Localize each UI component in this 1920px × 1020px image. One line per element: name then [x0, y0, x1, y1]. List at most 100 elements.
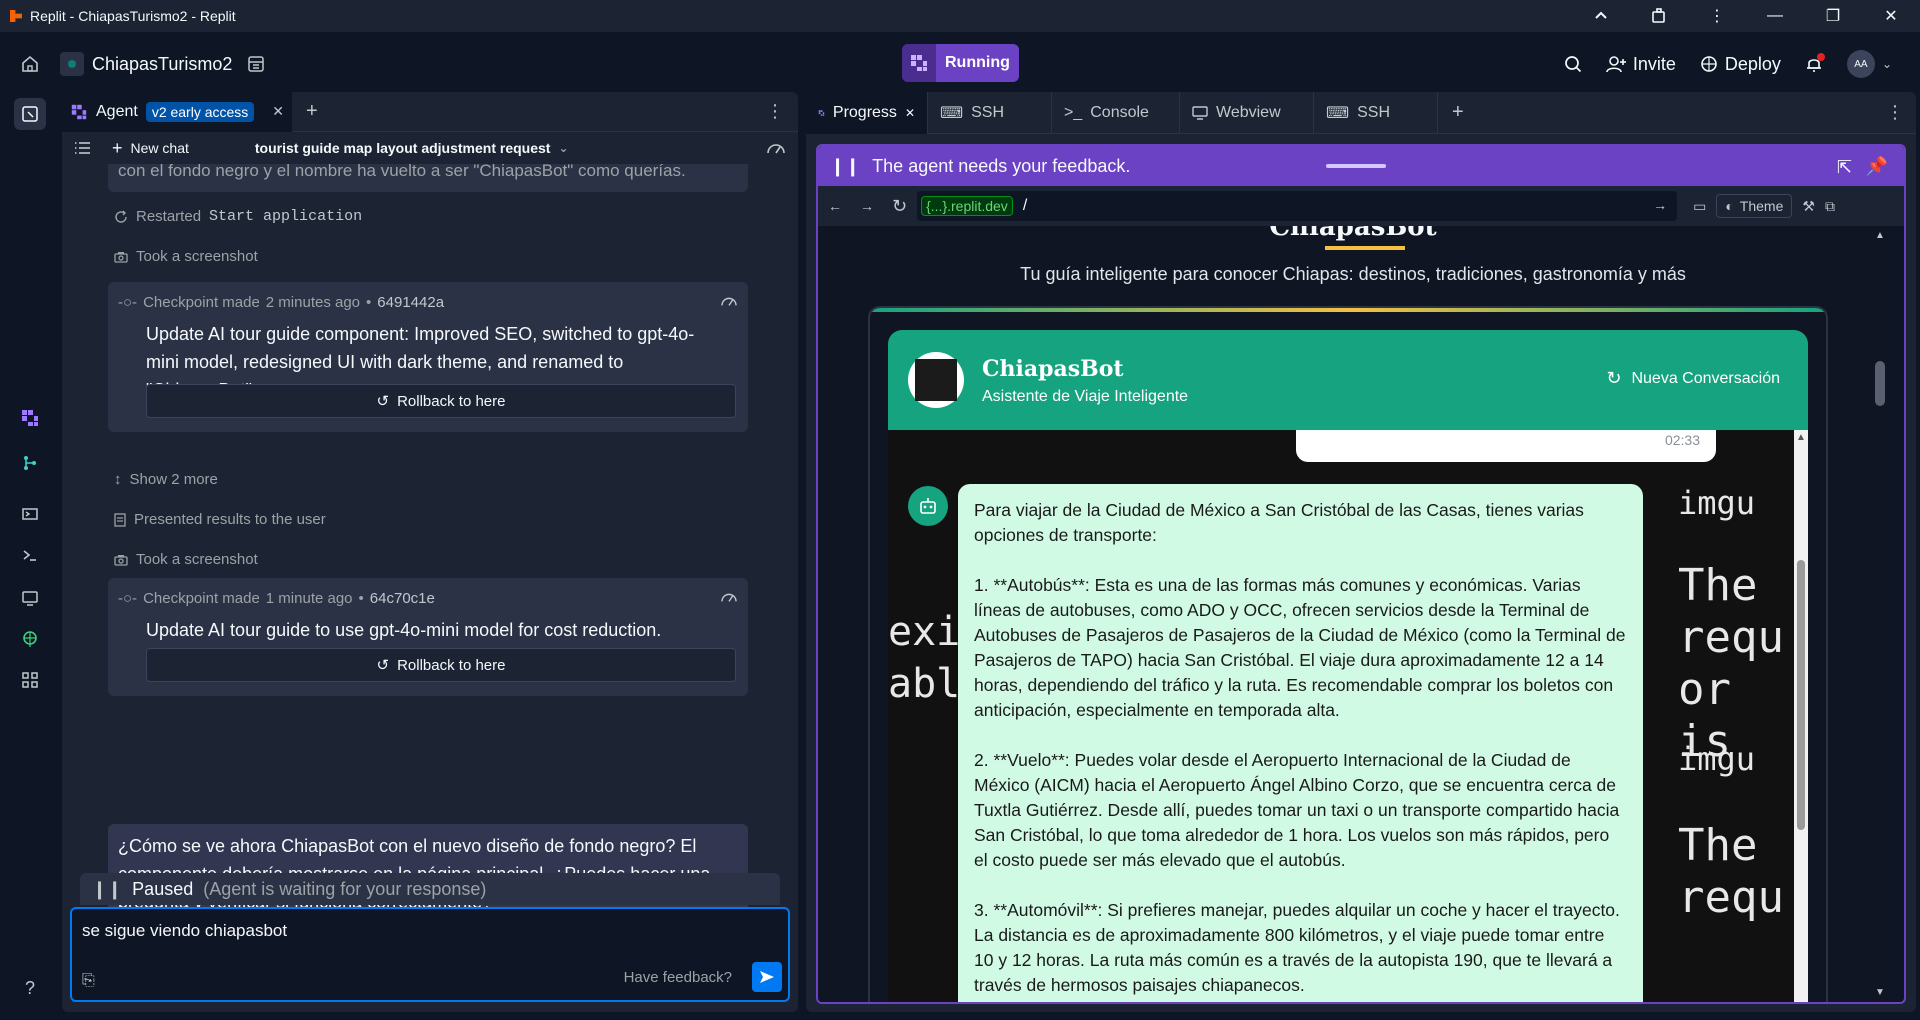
devtools-icon[interactable]: ▭: [1693, 198, 1706, 215]
pin-icon[interactable]: 📌: [1866, 156, 1888, 177]
title-underline: [1325, 246, 1405, 250]
tools-wrench-icon[interactable]: ⚒: [1802, 198, 1815, 215]
restarted-label: Restarted: [136, 208, 202, 225]
go-arrow-icon[interactable]: →: [1653, 197, 1667, 213]
maximize-icon[interactable]: ❐: [1804, 0, 1862, 32]
close-window-icon[interactable]: ✕: [1862, 0, 1920, 32]
run-status-button[interactable]: Running: [902, 44, 1019, 82]
rollback-label: Rollback to here: [397, 656, 506, 674]
workspace-tab-bar: Progress ✕ ⌨ SSH >_ Console Webview ⌨ SS…: [806, 92, 1916, 134]
window-titlebar: Replit - ChiapasTurismo2 - Replit ⋮ — ❐ …: [0, 0, 1920, 32]
new-chat-button[interactable]: + New chat: [112, 138, 189, 159]
all-tools-icon[interactable]: [14, 664, 46, 696]
deploy-label: Deploy: [1724, 53, 1781, 74]
rollback-button[interactable]: ↺ Rollback to here: [146, 384, 736, 418]
files-toggle-icon[interactable]: [14, 98, 46, 130]
tab-ssh-2[interactable]: ⌨ SSH: [1314, 92, 1438, 134]
kebab-menu-icon[interactable]: ⋮: [1688, 0, 1746, 32]
checkpoint-hash: 64c70c1e: [369, 590, 435, 607]
home-icon[interactable]: [0, 44, 60, 84]
scroll-up-icon[interactable]: ▲: [1875, 230, 1885, 241]
url-field[interactable]: {...}.replit.dev / →: [917, 191, 1678, 221]
add-tab-icon[interactable]: +: [306, 100, 318, 123]
agent-menu-icon[interactable]: ⋮: [766, 101, 784, 122]
commit-icon: -○-: [118, 590, 138, 607]
browser-url-bar: ← → ↻ {...}.replit.dev / → ▭ ◐ Theme ⚒ ⧉: [818, 186, 1904, 226]
new-conversation-label: Nueva Conversación: [1631, 369, 1780, 387]
paused-banner: ❙❙ Paused (Agent is waiting for your res…: [80, 873, 780, 905]
chat-title-dropdown[interactable]: tourist guide map layout adjustment requ…: [255, 140, 569, 156]
popout-icon[interactable]: ⇱: [1837, 157, 1852, 178]
account-menu[interactable]: AA ⌄: [1837, 44, 1902, 84]
scroll-down-icon[interactable]: ▼: [1875, 987, 1885, 998]
git-icon[interactable]: [14, 447, 46, 479]
show-more-button[interactable]: ↕ Show 2 more: [114, 471, 218, 488]
background-broken-image: imgu: [1678, 740, 1756, 778]
extensions-icon[interactable]: [1630, 0, 1688, 32]
collapse-icon[interactable]: [1572, 0, 1630, 32]
tab-label: Progress: [832, 103, 897, 121]
deploy-icon: [1701, 56, 1717, 72]
deploy-button[interactable]: Deploy: [1690, 48, 1791, 81]
shell-icon[interactable]: [14, 539, 46, 571]
chatbot-widget: ChiapasBot Asistente de Viaje Inteligent…: [868, 306, 1828, 1002]
send-button[interactable]: [752, 962, 782, 992]
minimize-icon[interactable]: —: [1746, 0, 1804, 32]
project-files-icon[interactable]: [238, 48, 274, 80]
app-header: ChiapasTurismo2 Running Invite Deploy AA…: [0, 44, 1920, 84]
tab-ssh[interactable]: ⌨ SSH: [928, 92, 1052, 134]
camera-icon: [114, 554, 128, 566]
deployments-icon[interactable]: [14, 623, 46, 655]
chat-list-icon[interactable]: [74, 140, 92, 156]
rollback-button[interactable]: ↺ Rollback to here: [146, 648, 736, 682]
search-icon[interactable]: [1554, 49, 1592, 79]
avatar: AA: [1846, 50, 1875, 78]
webview-content: ChiapasBot Tu guía inteligente para cono…: [818, 226, 1888, 1002]
workflows-icon[interactable]: [14, 498, 46, 530]
help-icon[interactable]: ?: [14, 972, 46, 1004]
reload-icon[interactable]: ↻: [892, 196, 907, 217]
bot-avatar-icon: [908, 486, 948, 526]
left-rail: ?: [0, 92, 60, 1020]
tab-console[interactable]: >_ Console: [1052, 92, 1180, 134]
tab-agent[interactable]: Agent v2 early access ✕: [62, 92, 292, 132]
close-tab-icon[interactable]: ✕: [905, 106, 915, 120]
scroll-up-icon[interactable]: ▲: [1796, 432, 1806, 443]
checkpoint-description: Update AI tour guide to use gpt-4o-mini …: [146, 620, 662, 640]
screenshot-label: Took a screenshot: [136, 551, 258, 568]
palette-icon: ◐: [1725, 198, 1734, 214]
speed-gauge-icon[interactable]: [720, 590, 738, 607]
agent-message-input[interactable]: [82, 921, 762, 941]
paused-detail: (Agent is waiting for your response): [203, 878, 487, 899]
agent-panel: Agent v2 early access ✕ + ⋮ + New chat t…: [62, 92, 798, 1012]
agent-rail-icon[interactable]: [14, 402, 46, 434]
chat-scroll-thumb[interactable]: [1797, 560, 1805, 830]
page-scrollbar[interactable]: ▲ ▼: [1872, 226, 1888, 1002]
notifications-bell-icon[interactable]: [1795, 49, 1833, 79]
run-status-label: Running: [945, 54, 1010, 71]
back-arrow-icon[interactable]: ←: [828, 198, 842, 214]
project-icon[interactable]: [60, 52, 84, 76]
chat-scrollbar[interactable]: ▲: [1794, 430, 1808, 1002]
page-scroll-thumb[interactable]: [1875, 361, 1885, 406]
tab-progress[interactable]: Progress ✕: [806, 92, 928, 134]
attach-paperclip-icon[interactable]: ⎘: [82, 972, 95, 990]
theme-button[interactable]: ◐ Theme: [1716, 194, 1793, 218]
invite-button[interactable]: Invite: [1596, 48, 1686, 81]
tab-webview[interactable]: Webview: [1180, 92, 1314, 134]
screenshot-label: Took a screenshot: [136, 248, 258, 265]
workspace-menu-icon[interactable]: ⋮: [1886, 102, 1904, 123]
feedback-link[interactable]: Have feedback?: [624, 969, 732, 986]
open-external-icon[interactable]: ⧉: [1825, 198, 1835, 215]
webview-rail-icon[interactable]: [14, 582, 46, 614]
new-conversation-button[interactable]: ↻ Nueva Conversación: [1606, 368, 1780, 389]
drag-handle[interactable]: [1326, 164, 1386, 168]
agent-input-box: ⎘ Have feedback?: [70, 907, 790, 1002]
screenshot-event: Took a screenshot: [114, 248, 258, 265]
speed-gauge-icon[interactable]: [720, 294, 738, 311]
speed-gauge-icon[interactable]: [766, 140, 786, 156]
project-name[interactable]: ChiapasTurismo2: [92, 54, 232, 75]
add-tab-icon[interactable]: +: [1452, 101, 1464, 124]
forward-arrow-icon[interactable]: →: [860, 198, 874, 214]
close-tab-icon[interactable]: ✕: [272, 103, 284, 120]
